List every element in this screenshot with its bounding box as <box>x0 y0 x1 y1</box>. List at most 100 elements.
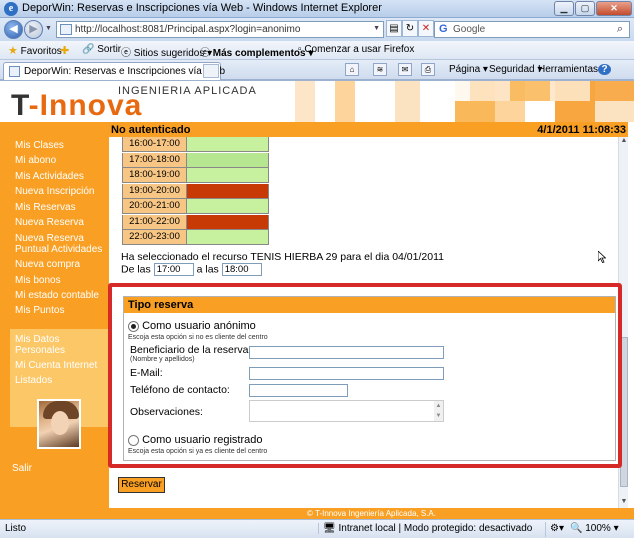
anonymous-note: Escoja esta opción si no es cliente del … <box>128 334 268 341</box>
sidebar-item-listados[interactable]: Listados <box>15 375 52 386</box>
beneficiary-label: Beneficiario de la reserva: <box>130 344 252 356</box>
slot-availability-free[interactable] <box>187 199 269 214</box>
fav-firefox[interactable]: ▫ Comenzar a usar Firefox <box>298 44 414 55</box>
mouse-cursor <box>597 250 607 263</box>
beneficiary-input[interactable] <box>249 346 444 359</box>
phone-input[interactable] <box>249 384 348 397</box>
url-field[interactable]: http://localhost:8081/Principal.aspx?log… <box>56 21 384 38</box>
reservar-button[interactable]: Reservar <box>118 477 165 493</box>
favorites-bar: ★ Favoritos ✚ 🔗 Sortir ⓔ Sitios sugerido… <box>0 41 634 60</box>
search-icon[interactable]: ⌕ <box>617 23 623 36</box>
browser-statusbar: Listo 🖥 Intranet local | Modo protegido:… <box>0 519 634 538</box>
slot-availability-selected[interactable] <box>187 152 269 168</box>
fav-suggested-sites[interactable]: ⓔ Sitios sugeridos ▾ <box>121 44 212 59</box>
schedule-row: 18:00-19:00 <box>122 168 269 184</box>
slot-time: 22:00-23:00 <box>122 230 187 245</box>
fav-more-addons[interactable]: ⓔ Más complementos ▾ <box>200 44 313 59</box>
page-footer: © T-Innova Ingeniería Aplicada, S.A. <box>109 508 634 519</box>
reservation-type-panel: Tipo reserva Como usuario anónimo Escoja… <box>123 296 616 461</box>
sidebar-item-nueva-inscripcion[interactable]: Nueva Inscripción <box>15 186 94 197</box>
security-zone: 🖥 Intranet local | Modo protegido: desac… <box>318 523 532 534</box>
slot-time: 19:00-20:00 <box>122 183 187 199</box>
tab-bar: DeporWin: Reservas e Inscripciones vía W… <box>0 60 634 80</box>
anonymous-radio[interactable] <box>128 320 139 332</box>
slot-availability-free[interactable] <box>187 230 269 245</box>
print-icon[interactable]: ⎙ <box>421 63 435 76</box>
favorites-add-icon[interactable]: ✚ <box>60 44 69 57</box>
scroll-down-icon[interactable]: ▼ <box>619 498 629 508</box>
notes-label: Observaciones: <box>130 406 203 418</box>
window-titlebar: e DeporWin: Reservas e Inscripciones vía… <box>0 0 634 18</box>
close-button[interactable]: ✕ <box>596 1 632 16</box>
slot-availability-free[interactable] <box>187 137 269 152</box>
beneficiary-hint: (Nombre y apellidos) <box>130 356 195 363</box>
banner-decoration <box>440 81 634 101</box>
reservation-type-highlight: Tipo reserva Como usuario anónimo Escoja… <box>108 283 622 468</box>
email-label: E-Mail: <box>130 367 163 379</box>
schedule-row: 22:00-23:00 <box>122 230 269 246</box>
tools-menu[interactable]: Herramientas ▾ <box>538 64 606 75</box>
sidebar-item-nueva-compra[interactable]: Nueva compra <box>15 259 80 270</box>
registered-note: Escoja esta opción si ya es cliente del … <box>128 448 268 455</box>
sidebar-item-estado-contable[interactable]: Mi estado contable <box>15 290 99 301</box>
sidebar-item-mis-actividades[interactable]: Mis Actividades <box>15 171 84 182</box>
page-icon <box>60 24 72 35</box>
site-banner: T-Innova INGENIERIA APLICADA <box>0 81 634 122</box>
back-button[interactable]: ◀ <box>4 20 23 39</box>
sidebar-item-mis-reservas[interactable]: Mis Reservas <box>15 202 76 213</box>
compatibility-icon[interactable]: ▤ <box>386 20 402 37</box>
sidebar-item-mis-bonos[interactable]: Mis bonos <box>15 275 61 286</box>
tab-deporwin[interactable]: DeporWin: Reservas e Inscripciones vía W… <box>3 62 225 80</box>
schedule-row: 21:00-22:00 <box>122 214 269 231</box>
refresh-icon[interactable]: ↻ <box>402 20 418 37</box>
new-tab-button[interactable] <box>203 64 219 78</box>
notes-textarea[interactable]: ▲ ▼ <box>249 400 444 422</box>
sidebar-item-nueva-reserva[interactable]: Nueva Reserva <box>15 217 84 228</box>
fav-sortir[interactable]: 🔗 Sortir <box>82 44 121 55</box>
zoom-level[interactable]: 🔍 100% ▾ <box>570 523 619 534</box>
search-field[interactable]: G Google ⌕ <box>434 21 630 38</box>
schedule-grid: 16:00-17:00 17:00-18:00 18:00-19:00 19:00-2… <box>122 137 269 246</box>
sidebar-item-mis-puntos[interactable]: Mis Puntos <box>15 305 64 316</box>
sidebar-item-reserva-puntual[interactable]: Nueva Reserva Puntual Actividades <box>15 233 105 255</box>
home-icon[interactable]: ⌂ <box>345 63 359 76</box>
star-icon: ★ <box>8 45 18 57</box>
maximize-button[interactable]: ▢ <box>575 1 595 16</box>
minimize-button[interactable]: ▁ <box>554 1 574 16</box>
registered-option[interactable]: Como usuario registrado <box>128 434 263 446</box>
session-bar: No autenticado 4/1/2011 11:08:33 <box>109 122 628 137</box>
reservation-type-heading: Tipo reserva <box>124 297 615 313</box>
auth-status: No autenticado <box>111 124 191 136</box>
from-time-input[interactable]: 17:00 <box>153 263 194 276</box>
logout-link[interactable]: Salir <box>12 463 32 474</box>
slot-availability-free[interactable] <box>187 168 269 183</box>
slot-time: 21:00-22:00 <box>122 214 187 230</box>
sidebar-item-cuenta-internet[interactable]: Mi Cuenta Internet <box>15 360 97 371</box>
sidebar-item-mi-abono[interactable]: Mi abono <box>15 155 56 166</box>
slot-availability-busy <box>187 214 269 230</box>
to-time-input[interactable]: 18:00 <box>221 263 262 276</box>
search-placeholder: Google <box>453 24 486 35</box>
favorites-button[interactable]: ★ Favoritos <box>8 44 62 57</box>
help-icon[interactable]: ? <box>598 64 611 75</box>
sidebar-item-mis-clases[interactable]: Mis Clases <box>15 140 64 151</box>
feeds-icon[interactable]: ≋ <box>373 63 387 76</box>
slot-time: 16:00-17:00 <box>122 137 187 152</box>
stop-icon[interactable]: ✕ <box>418 20 434 37</box>
safety-menu[interactable]: Seguridad ▾ <box>489 64 542 75</box>
registered-radio[interactable] <box>128 434 139 446</box>
page-menu[interactable]: Página ▾ <box>449 64 488 75</box>
sidebar-item-datos-personales[interactable]: Mis Datos Personales <box>15 334 85 356</box>
mail-icon[interactable]: ✉ <box>398 63 412 76</box>
slot-time: 17:00-18:00 <box>122 152 187 168</box>
textarea-scroll[interactable]: ▲ ▼ <box>434 401 443 421</box>
email-input[interactable] <box>249 367 444 380</box>
history-dropdown-icon[interactable]: ▼ <box>45 25 52 32</box>
google-icon: G <box>439 23 448 35</box>
url-dropdown-icon[interactable]: ▼ <box>373 25 380 32</box>
forward-button[interactable]: ▶ <box>24 20 43 39</box>
anonymous-option[interactable]: Como usuario anónimo <box>128 320 256 332</box>
scroll-up-icon[interactable]: ▲ <box>619 137 629 147</box>
schedule-row: 17:00-18:00 <box>122 152 269 169</box>
protected-mode-icon[interactable]: ⚙▾ <box>550 523 564 534</box>
